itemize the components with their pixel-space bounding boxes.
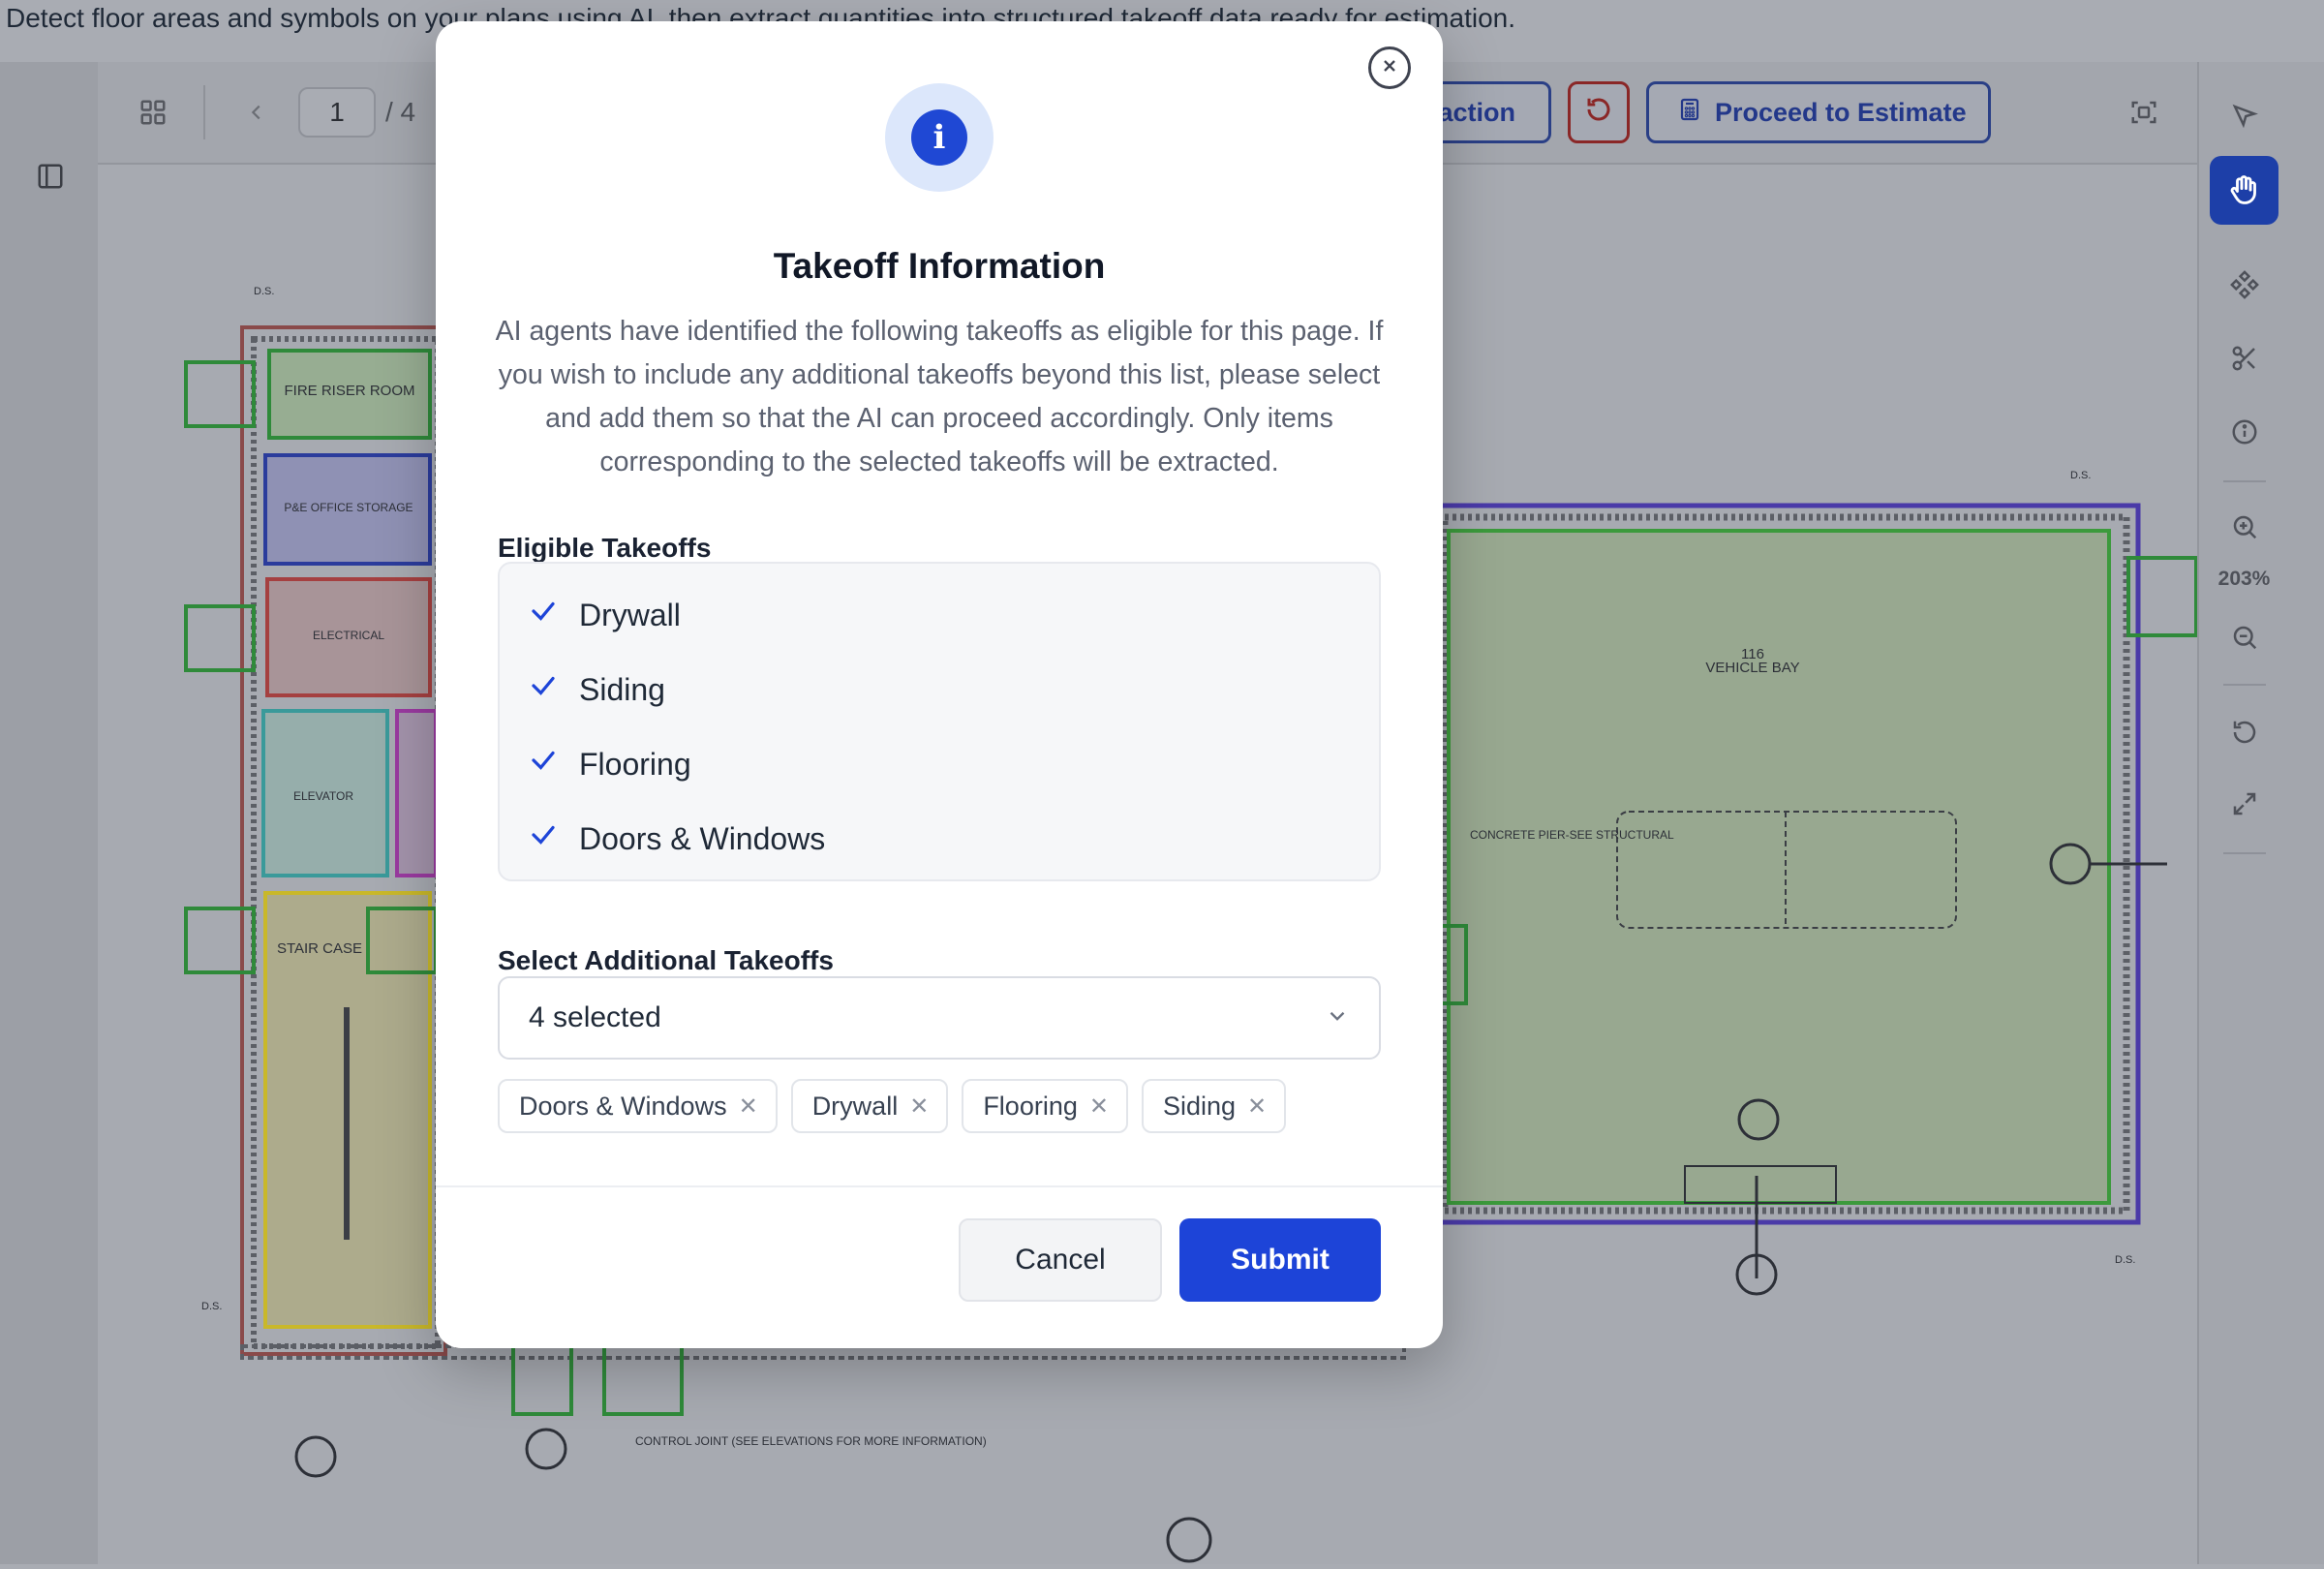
close-icon	[1380, 56, 1399, 80]
left-rail	[0, 62, 100, 1564]
info-tool-icon[interactable]	[2227, 415, 2262, 449]
select-value: 4 selected	[529, 1001, 661, 1033]
submit-button[interactable]: Submit	[1179, 1218, 1381, 1302]
selected-chip: Flooring ✕	[962, 1079, 1128, 1133]
elevator-label: ELEVATOR	[293, 789, 353, 803]
zoom-level: 203%	[2217, 568, 2271, 590]
reset-button[interactable]	[1568, 81, 1630, 143]
downspout-label: D.S.	[2115, 1254, 2135, 1266]
select-pointer-icon[interactable]	[2227, 99, 2262, 134]
scissors-icon[interactable]	[2227, 341, 2262, 376]
modal-title: Takeoff Information	[773, 246, 1106, 286]
check-icon	[529, 671, 558, 708]
takeoff-information-modal: i Takeoff Information AI agents have ide…	[436, 21, 1443, 1348]
room-103-label: ELECTRICAL	[313, 629, 384, 642]
check-icon	[529, 746, 558, 783]
check-icon	[529, 597, 558, 633]
sidebar-toggle-icon[interactable]	[33, 159, 68, 194]
run-extraction-label: action	[1438, 97, 1515, 127]
concrete-note: CONCRETE PIER-SEE STRUCTURAL	[1470, 828, 1674, 842]
page-total: / 4	[385, 97, 416, 127]
additional-takeoffs-label: Select Additional Takeoffs	[498, 945, 834, 975]
eligible-item: Flooring	[529, 740, 691, 788]
chip-label: Drywall	[811, 1091, 899, 1121]
expand-icon[interactable]	[2227, 786, 2262, 821]
selected-chip: Drywall ✕	[790, 1079, 949, 1133]
zoom-in-icon[interactable]	[2227, 509, 2262, 544]
eligible-takeoffs-list: Drywall Siding Flooring Doors & Windows	[498, 562, 1381, 881]
previous-page-icon[interactable]	[242, 95, 271, 130]
fit-screen-icon[interactable]	[2126, 95, 2161, 130]
cancel-button[interactable]: Cancel	[959, 1218, 1162, 1302]
selected-takeoff-chips: Doors & Windows ✕ Drywall ✕ Flooring ✕ S…	[498, 1079, 1287, 1133]
room-101-label: FIRE RISER ROOM	[284, 383, 414, 399]
eligible-item-label: Drywall	[579, 597, 681, 632]
remove-chip-icon[interactable]: ✕	[739, 1092, 758, 1121]
eligible-item: Siding	[529, 665, 665, 714]
info-icon: i	[885, 83, 994, 192]
downspout-label: D.S.	[201, 1301, 222, 1312]
hand-icon	[2225, 170, 2264, 209]
proceed-to-estimate-label: Proceed to Estimate	[1715, 97, 1967, 127]
remove-chip-icon[interactable]: ✕	[909, 1092, 929, 1121]
page-number-input[interactable]: 1	[298, 87, 376, 138]
chip-label: Siding	[1162, 1091, 1237, 1121]
eligible-item: Drywall	[529, 591, 681, 639]
chip-label: Doors & Windows	[519, 1091, 727, 1121]
downspout-label: D.S.	[2070, 470, 2091, 481]
vehicle-bay-label: VEHICLE BAY	[1705, 660, 1799, 676]
undo-icon	[1584, 95, 1613, 131]
rail-divider	[2223, 852, 2266, 854]
remove-chip-icon[interactable]: ✕	[1089, 1092, 1109, 1121]
symbols-icon[interactable]	[2227, 267, 2262, 302]
control-joint-note: CONTROL JOINT (SEE ELEVATIONS FOR MORE I…	[635, 1434, 987, 1448]
room-102-label: P&E OFFICE STORAGE	[284, 501, 413, 514]
eligible-item-label: Siding	[579, 671, 665, 707]
additional-takeoffs-select[interactable]: 4 selected	[498, 976, 1381, 1060]
chevron-down-icon	[1325, 1003, 1350, 1033]
rail-divider	[2223, 684, 2266, 686]
rail-divider	[2223, 480, 2266, 482]
selected-chip: Siding ✕	[1141, 1079, 1287, 1133]
zoom-out-icon[interactable]	[2227, 620, 2262, 655]
eligible-item-label: Flooring	[579, 746, 691, 782]
chip-label: Flooring	[983, 1091, 1078, 1121]
check-icon	[529, 820, 558, 857]
modal-description: AI agents have identified the following …	[495, 316, 1384, 477]
stair-label: STAIR CASE	[277, 940, 362, 957]
modal-close-button[interactable]	[1368, 46, 1411, 89]
grid-view-icon[interactable]	[136, 95, 170, 130]
downspout-label: D.S.	[254, 286, 274, 297]
eligible-item-label: Doors & Windows	[579, 820, 826, 856]
calculator-icon	[1678, 96, 1701, 130]
toolbar-divider	[203, 85, 205, 139]
proceed-to-estimate-button[interactable]: Proceed to Estimate	[1646, 81, 1991, 143]
remove-chip-icon[interactable]: ✕	[1247, 1092, 1267, 1121]
modal-footer-divider	[436, 1185, 1443, 1187]
rotate-icon[interactable]	[2227, 715, 2262, 750]
selected-chip: Doors & Windows ✕	[498, 1079, 778, 1133]
eligible-item: Doors & Windows	[529, 815, 825, 863]
eligible-takeoffs-label: Eligible Takeoffs	[498, 533, 712, 563]
